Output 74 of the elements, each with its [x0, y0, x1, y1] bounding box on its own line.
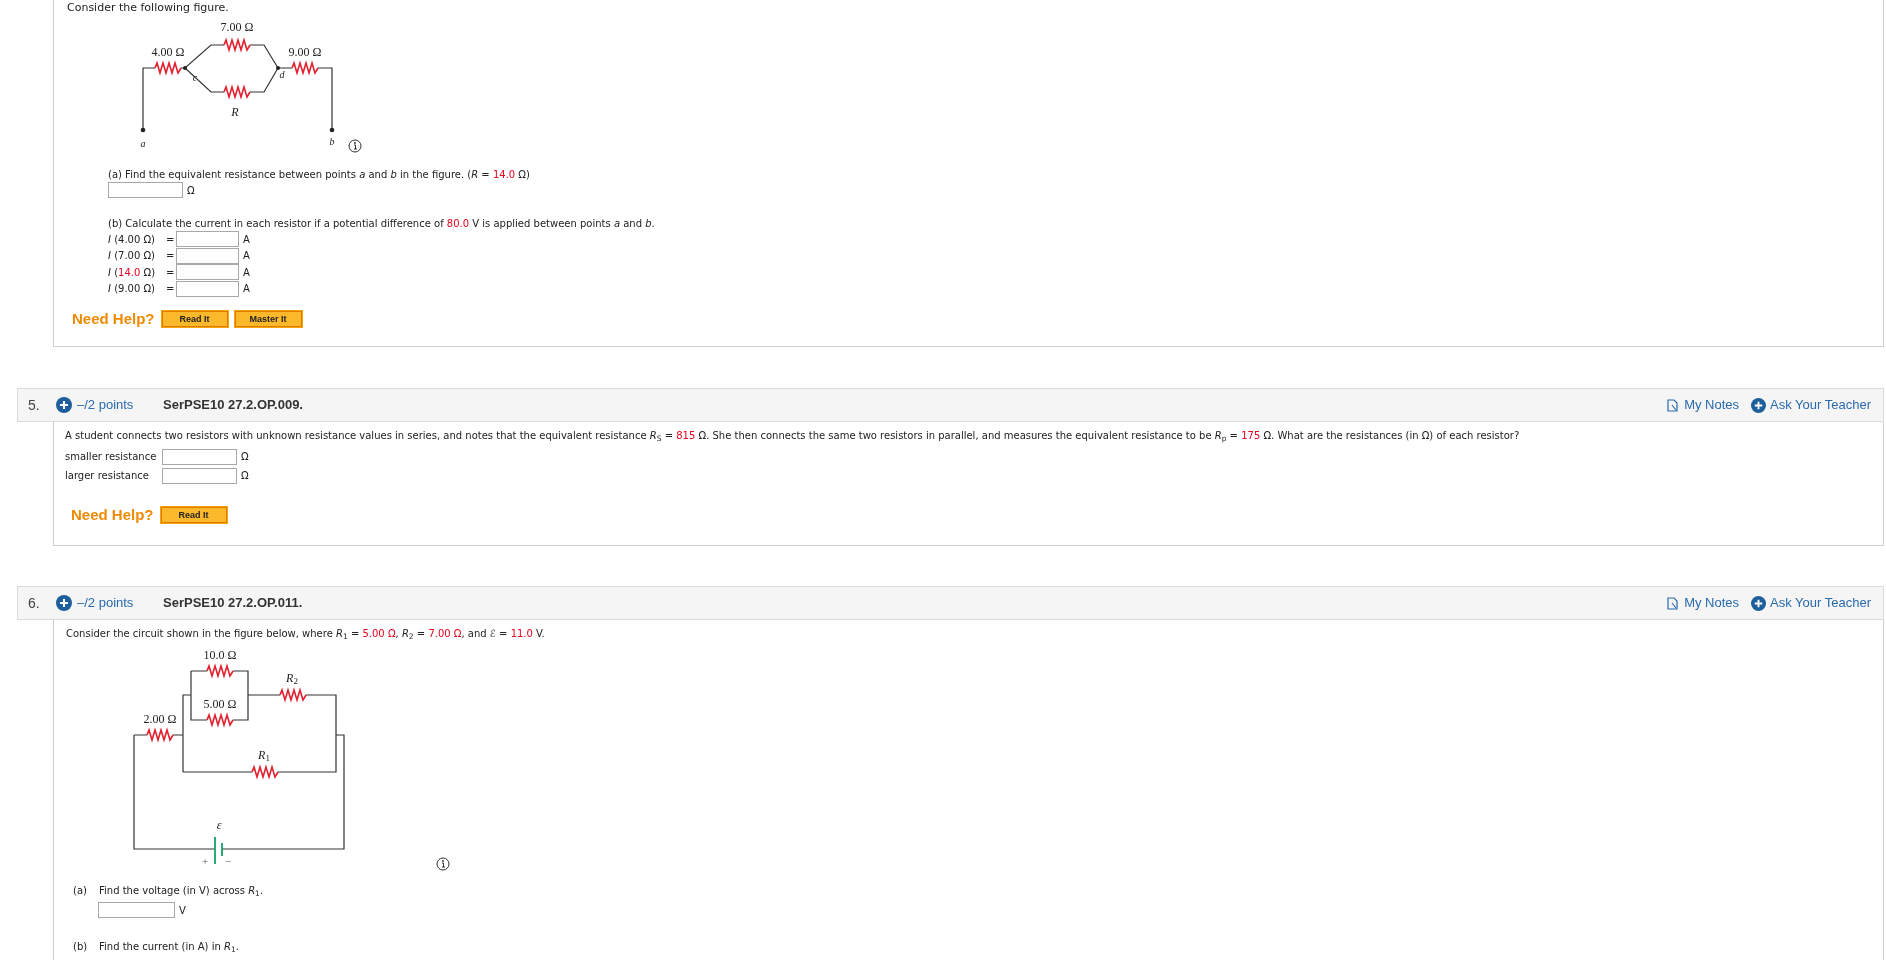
figure-label: R [231, 106, 239, 118]
current-label: I (4.00 Ω) [108, 232, 157, 247]
need-help-label: Need Help? [71, 505, 154, 525]
figure-label: − [224, 855, 232, 867]
current-label: I (7.00 Ω) [108, 249, 157, 264]
current-label: I (9.00 Ω) [108, 282, 157, 297]
unit-label: Ω [187, 183, 195, 198]
figure-label: 10.0 Ω [203, 649, 237, 661]
question-code: SerPSE10 27.2.OP.009. [163, 396, 303, 415]
help-button[interactable]: Read It [160, 507, 227, 524]
unit-label: A [243, 282, 250, 297]
add-icon[interactable] [56, 595, 72, 611]
input-field[interactable] [108, 182, 183, 198]
equals-sign: = [166, 265, 176, 280]
add-icon[interactable] [1751, 595, 1767, 611]
figure-label: 5.00 Ω [203, 698, 237, 710]
answer-label: larger resistance [65, 469, 150, 483]
ask-teacher-link[interactable]: Ask Your Teacher [1770, 395, 1871, 415]
input-field[interactable] [176, 264, 239, 281]
help-button[interactable]: Master It [234, 311, 302, 328]
help-button[interactable]: Read It [161, 311, 228, 328]
input-field[interactable] [98, 902, 175, 918]
info-icon[interactable] [436, 857, 450, 871]
question-text: (b) Calculate the current in each resistor if a potential difference of 80.0 V is applied between points a and b. [108, 217, 656, 231]
question-text: Find the voltage (in V) across R$_{1}$. [99, 884, 264, 898]
unit-label: V [179, 903, 186, 918]
figure-label: 9.00 Ω [288, 46, 322, 58]
unit-label: A [243, 232, 250, 247]
unit-label: Ω [241, 450, 249, 464]
part-letter: (a) [73, 884, 88, 898]
equals-sign: = [166, 232, 176, 247]
answer-label: smaller resistance [65, 450, 158, 464]
question-text: A student connects two resistors with unknown resistance values in series, and notes that the equivalent resistance R$_{S}$ = 815 Ω. She then connects the same two resistors in parallel, and measures the equivalent resistance to be R$_{p}$ = 175 Ω. What are the resistances (in Ω) of each resistor? [65, 429, 1521, 443]
figure-label: d [279, 70, 285, 80]
info-icon[interactable] [348, 139, 362, 153]
ask-teacher-link[interactable]: Ask Your Teacher [1770, 593, 1871, 613]
points-label: –/2 points [77, 396, 135, 415]
points-label: –/2 points [77, 594, 135, 613]
document-icon[interactable] [1667, 398, 1679, 412]
figure-label: c [192, 73, 198, 83]
input-field[interactable] [162, 467, 237, 484]
question-text: Consider the circuit shown in the figure below, where R$_{1}$ = 5.00 Ω, R$_{2}$ = 7.00 Ω, and ℰ = 11.0 V. [66, 627, 546, 641]
question-text: Find the current (in A) in R$_{1}$. [99, 940, 239, 954]
current-label: I (14.0 Ω) [108, 265, 157, 280]
unit-label: A [243, 249, 250, 264]
document-icon[interactable] [1667, 596, 1679, 610]
figure-label: 7.00 Ω [220, 21, 254, 33]
part-letter: (b) [73, 940, 89, 954]
my-notes-link[interactable]: My Notes [1684, 395, 1740, 415]
figure-label: b [329, 137, 335, 147]
figure-label: R$_{1}$ [258, 749, 270, 761]
figure-label: a [140, 139, 146, 149]
question-text: (a) Find the equivalent resistance between points a and b in the figure. (R = 14.0 Ω) [108, 168, 531, 182]
input-field[interactable] [176, 280, 239, 297]
figure-label: 4.00 Ω [151, 46, 185, 58]
question-text: Consider the following figure. [67, 0, 230, 15]
question-code: SerPSE10 27.2.OP.011. [163, 594, 303, 613]
figure-label: + [201, 855, 209, 867]
figure-label: ε [216, 819, 222, 831]
figure-label: R$_{2}$ [286, 672, 298, 684]
question-number: 6. [28, 593, 41, 613]
figure-label: 2.00 Ω [143, 713, 177, 725]
need-help-label: Need Help? [72, 309, 155, 329]
equals-sign: = [166, 249, 176, 264]
my-notes-link[interactable]: My Notes [1684, 593, 1740, 613]
add-icon[interactable] [1751, 397, 1767, 413]
unit-label: A [243, 265, 250, 280]
unit-label: Ω [241, 469, 249, 483]
add-icon[interactable] [56, 397, 72, 413]
input-field[interactable] [176, 231, 239, 248]
input-field[interactable] [176, 247, 239, 264]
question-number: 5. [28, 395, 41, 415]
input-field[interactable] [162, 448, 237, 465]
equals-sign: = [166, 282, 176, 297]
